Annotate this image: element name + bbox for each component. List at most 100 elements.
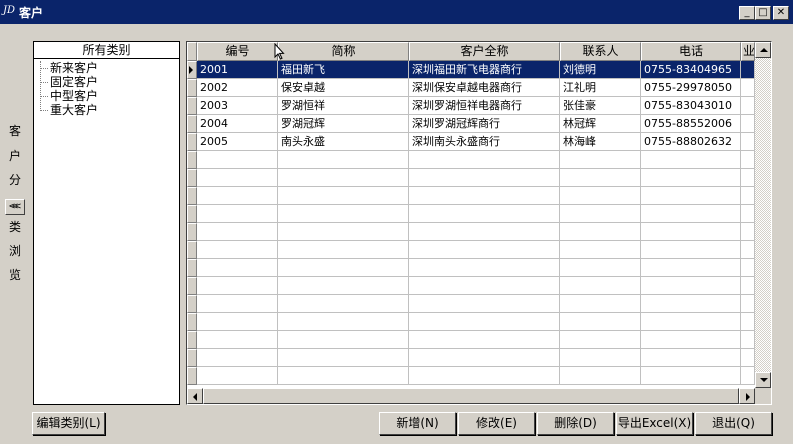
table-row[interactable] bbox=[197, 349, 755, 367]
table-cell[interactable] bbox=[409, 151, 560, 169]
maximize-button[interactable]: □ bbox=[755, 6, 771, 20]
table-cell[interactable] bbox=[409, 367, 560, 385]
table-cell[interactable] bbox=[409, 187, 560, 205]
table-cell[interactable]: 林海峰 bbox=[560, 133, 641, 151]
row-header[interactable] bbox=[187, 97, 197, 115]
table-cell[interactable]: 深圳保安卓越电器商行 bbox=[409, 79, 560, 97]
row-header[interactable] bbox=[187, 349, 197, 367]
table-row[interactable] bbox=[197, 367, 755, 385]
table-cell[interactable] bbox=[409, 331, 560, 349]
table-row[interactable] bbox=[197, 295, 755, 313]
modify-button[interactable]: 修改(E) bbox=[458, 412, 535, 435]
table-cell[interactable] bbox=[741, 205, 755, 223]
table-cell[interactable] bbox=[278, 277, 409, 295]
table-cell[interactable]: 南头永盛 bbox=[278, 133, 409, 151]
horizontal-scroll-thumb[interactable] bbox=[203, 388, 739, 404]
table-cell[interactable] bbox=[197, 151, 278, 169]
column-header-short-name[interactable]: 简称 bbox=[278, 42, 409, 61]
table-cell[interactable] bbox=[278, 331, 409, 349]
table-cell[interactable] bbox=[560, 277, 641, 295]
table-cell[interactable] bbox=[560, 151, 641, 169]
table-cell[interactable] bbox=[278, 313, 409, 331]
table-cell[interactable] bbox=[641, 295, 741, 313]
table-cell[interactable] bbox=[641, 313, 741, 331]
table-cell[interactable] bbox=[641, 349, 741, 367]
table-cell[interactable]: 深圳罗湖冠辉商行 bbox=[409, 115, 560, 133]
horizontal-scrollbar[interactable] bbox=[187, 388, 755, 404]
row-header[interactable] bbox=[187, 79, 197, 97]
minimize-button[interactable]: _ bbox=[739, 6, 755, 20]
table-cell[interactable] bbox=[641, 205, 741, 223]
row-header[interactable] bbox=[187, 313, 197, 331]
table-cell[interactable] bbox=[560, 259, 641, 277]
table-cell[interactable] bbox=[278, 187, 409, 205]
row-header[interactable] bbox=[187, 277, 197, 295]
table-cell[interactable] bbox=[197, 367, 278, 385]
table-cell[interactable] bbox=[560, 367, 641, 385]
table-cell[interactable] bbox=[409, 169, 560, 187]
table-row[interactable] bbox=[197, 313, 755, 331]
scroll-left-button[interactable] bbox=[187, 388, 203, 404]
table-row[interactable] bbox=[197, 187, 755, 205]
row-header[interactable] bbox=[187, 169, 197, 187]
table-cell[interactable] bbox=[641, 241, 741, 259]
collapse-panel-button[interactable]: <<< bbox=[5, 199, 25, 215]
table-cell[interactable] bbox=[560, 295, 641, 313]
table-cell[interactable]: 保安卓越 bbox=[278, 79, 409, 97]
table-cell[interactable]: 深圳罗湖恒祥电器商行 bbox=[409, 97, 560, 115]
table-cell[interactable] bbox=[641, 277, 741, 295]
table-cell[interactable] bbox=[560, 223, 641, 241]
table-row[interactable] bbox=[197, 223, 755, 241]
row-header[interactable] bbox=[187, 223, 197, 241]
table-cell[interactable] bbox=[641, 259, 741, 277]
table-cell[interactable]: 刘德明 bbox=[560, 61, 641, 79]
row-header[interactable] bbox=[187, 61, 197, 79]
close-button[interactable]: ✕ bbox=[773, 6, 789, 20]
table-cell[interactable] bbox=[560, 205, 641, 223]
table-cell[interactable] bbox=[278, 367, 409, 385]
table-row[interactable] bbox=[197, 241, 755, 259]
table-row[interactable] bbox=[197, 277, 755, 295]
table-cell[interactable] bbox=[197, 331, 278, 349]
edit-category-button[interactable]: 编辑类别(L) bbox=[32, 412, 105, 435]
table-cell[interactable] bbox=[560, 349, 641, 367]
table-cell[interactable] bbox=[197, 295, 278, 313]
table-cell[interactable]: 深圳南头永盛商行 bbox=[409, 133, 560, 151]
table-cell[interactable] bbox=[409, 241, 560, 259]
table-cell[interactable]: 0755-88802632 bbox=[641, 133, 741, 151]
table-cell[interactable] bbox=[278, 259, 409, 277]
row-header[interactable] bbox=[187, 205, 197, 223]
table-cell[interactable] bbox=[560, 187, 641, 205]
table-cell[interactable] bbox=[409, 349, 560, 367]
table-cell[interactable] bbox=[197, 205, 278, 223]
table-row[interactable]: 2002 保安卓越 深圳保安卓越电器商行 江礼明 0755-29978050 bbox=[197, 79, 755, 97]
table-cell[interactable] bbox=[741, 133, 755, 151]
table-cell[interactable] bbox=[278, 241, 409, 259]
table-cell[interactable] bbox=[560, 241, 641, 259]
column-header-business[interactable]: 业 bbox=[741, 42, 755, 61]
table-cell[interactable]: 深圳福田新飞电器商行 bbox=[409, 61, 560, 79]
table-cell[interactable] bbox=[278, 349, 409, 367]
column-header-id[interactable]: 编号 bbox=[197, 42, 278, 61]
table-cell[interactable] bbox=[278, 205, 409, 223]
table-cell[interactable] bbox=[741, 277, 755, 295]
table-cell[interactable]: 2004 bbox=[197, 115, 278, 133]
tree-root-all-categories[interactable]: 所有类别 bbox=[34, 42, 179, 59]
row-header[interactable] bbox=[187, 241, 197, 259]
table-cell[interactable] bbox=[409, 295, 560, 313]
table-cell[interactable] bbox=[409, 277, 560, 295]
table-cell[interactable]: 罗湖恒祥 bbox=[278, 97, 409, 115]
table-cell[interactable] bbox=[409, 259, 560, 277]
row-header[interactable] bbox=[187, 367, 197, 385]
row-header[interactable] bbox=[187, 295, 197, 313]
table-cell[interactable]: 2003 bbox=[197, 97, 278, 115]
exit-button[interactable]: 退出(Q) bbox=[695, 412, 772, 435]
table-cell[interactable] bbox=[197, 313, 278, 331]
table-cell[interactable] bbox=[741, 295, 755, 313]
table-row[interactable] bbox=[197, 205, 755, 223]
table-cell[interactable] bbox=[641, 367, 741, 385]
table-cell[interactable] bbox=[409, 223, 560, 241]
table-cell[interactable]: 2005 bbox=[197, 133, 278, 151]
table-row[interactable]: 2001 福田新飞 深圳福田新飞电器商行 刘德明 0755-83404965 bbox=[197, 61, 755, 79]
table-cell[interactable] bbox=[741, 223, 755, 241]
